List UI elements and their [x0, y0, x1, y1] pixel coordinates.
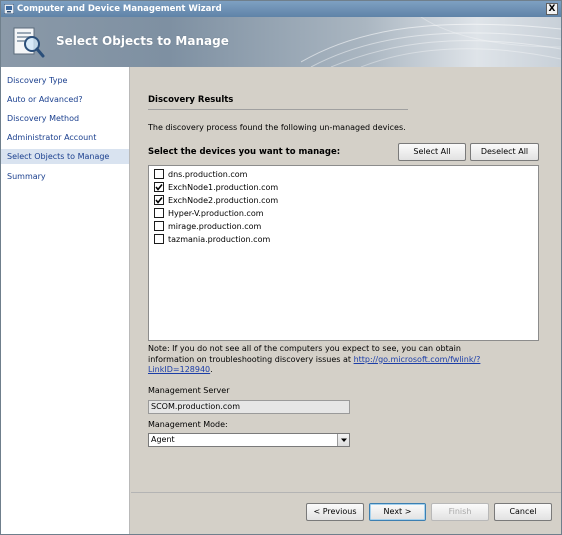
device-checkbox[interactable]: [154, 169, 164, 179]
wizard-footer: < Previous Next > Finish Cancel: [131, 492, 561, 534]
select-all-button[interactable]: Select All: [398, 143, 466, 161]
page-title: Select Objects to Manage: [56, 34, 229, 48]
nav-item-label: Select Objects to Manage: [7, 152, 110, 161]
nav-item-label: Administrator Account: [7, 133, 97, 142]
previous-button[interactable]: < Previous: [306, 503, 364, 521]
nav-item-summary[interactable]: Summary: [1, 169, 129, 184]
main-content: Discovery Results The discovery process …: [131, 67, 561, 492]
next-button[interactable]: Next >: [369, 503, 426, 521]
cancel-button[interactable]: Cancel: [494, 503, 552, 521]
device-row-tazmania[interactable]: tazmania.production.com: [154, 233, 534, 246]
check-mark-icon: [155, 184, 163, 191]
nav-item-select-objects[interactable]: Select Objects to Manage: [1, 149, 129, 164]
chevron-down-icon: [341, 438, 347, 442]
management-mode-value: Agent: [151, 435, 175, 444]
note-suffix: .: [210, 365, 213, 374]
nav-item-discovery-type[interactable]: Discovery Type: [1, 73, 129, 88]
device-row-exchnode2[interactable]: ExchNode2.production.com: [154, 194, 534, 207]
device-checkbox[interactable]: [154, 208, 164, 218]
nav-item-auto-or-advanced[interactable]: Auto or Advanced?: [1, 92, 129, 107]
device-row-mirage[interactable]: mirage.production.com: [154, 220, 534, 233]
nav-item-label: Summary: [7, 172, 46, 181]
devices-label: Select the devices you want to manage:: [148, 147, 341, 157]
wizard-banner: Select Objects to Manage: [1, 17, 561, 67]
wizard-nav: Discovery Type Auto or Advanced? Discove…: [1, 67, 130, 534]
device-row-hyper-v[interactable]: Hyper-V.production.com: [154, 207, 534, 220]
device-name: dns.production.com: [168, 170, 248, 179]
management-server-field: SCOM.production.com: [148, 400, 350, 414]
device-name: Hyper-V.production.com: [168, 209, 264, 218]
nav-item-administrator-account[interactable]: Administrator Account: [1, 130, 129, 145]
wizard-app-icon: [4, 4, 14, 14]
device-checkbox[interactable]: [154, 195, 164, 205]
magnifier-computer-icon: [13, 27, 45, 58]
management-server-label: Management Server: [148, 386, 230, 395]
intro-text: The discovery process found the followin…: [148, 123, 406, 132]
device-name: ExchNode2.production.com: [168, 196, 279, 205]
section-divider: [148, 109, 408, 110]
deselect-all-button[interactable]: Deselect All: [470, 143, 539, 161]
device-checkbox[interactable]: [154, 182, 164, 192]
section-title: Discovery Results: [148, 95, 234, 105]
device-checkbox[interactable]: [154, 234, 164, 244]
device-list[interactable]: dns.production.com ExchNode1.production.…: [148, 165, 539, 341]
nav-item-discovery-method[interactable]: Discovery Method: [1, 111, 129, 126]
device-row-exchnode1[interactable]: ExchNode1.production.com: [154, 181, 534, 194]
nav-item-label: Discovery Method: [7, 114, 80, 123]
note-text: Note: If you do not see all of the compu…: [148, 344, 488, 376]
title-bar: Computer and Device Management Wizard X: [1, 1, 561, 17]
finish-button: Finish: [431, 503, 489, 521]
device-row-dns[interactable]: dns.production.com: [154, 168, 534, 181]
management-mode-select[interactable]: Agent: [148, 433, 350, 447]
check-mark-icon: [155, 197, 163, 204]
close-icon: X: [548, 4, 556, 14]
nav-item-label: Discovery Type: [7, 76, 68, 85]
close-button[interactable]: X: [546, 3, 558, 15]
dropdown-button[interactable]: [337, 434, 349, 446]
banner-swirl-decoration: [301, 17, 561, 67]
window-title: Computer and Device Management Wizard: [17, 4, 222, 14]
device-checkbox[interactable]: [154, 221, 164, 231]
wizard-window: Computer and Device Management Wizard X …: [0, 0, 562, 535]
nav-item-label: Auto or Advanced?: [7, 95, 83, 104]
device-name: ExchNode1.production.com: [168, 183, 279, 192]
device-name: mirage.production.com: [168, 222, 262, 231]
management-mode-label: Management Mode:: [148, 420, 228, 429]
device-name: tazmania.production.com: [168, 235, 271, 244]
